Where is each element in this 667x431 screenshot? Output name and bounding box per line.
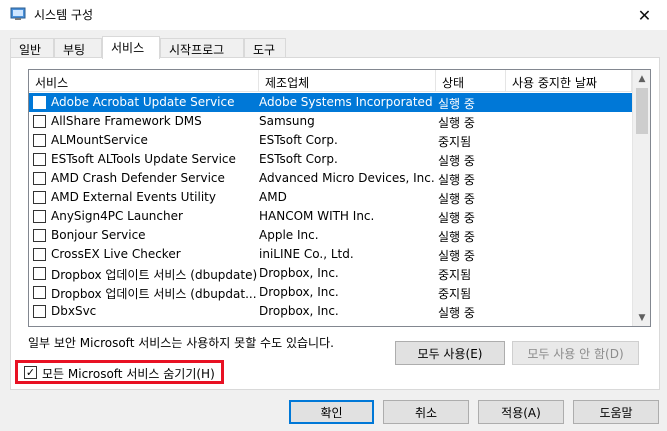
table-row[interactable]: AllShare Framework DMS Samsung 실행 중: [29, 112, 632, 131]
system-config-icon: [10, 7, 26, 20]
service-status: 실행 중: [438, 154, 475, 168]
table-row[interactable]: DbxSvc Dropbox, Inc. 실행 중: [29, 302, 632, 321]
table-row[interactable]: ALMountService ESTsoft Corp. 중지됨: [29, 131, 632, 150]
security-note: 일부 보안 Microsoft 서비스는 사용하지 못할 수도 있습니다.: [28, 336, 334, 350]
table-row[interactable]: Dropbox 업데이트 서비스 (dbupdat... Dropbox, Inc…: [29, 283, 632, 302]
service-manufacturer: Dropbox, Inc.: [259, 285, 339, 299]
service-status: 중지됨: [438, 135, 472, 149]
service-manufacturer: HANCOM WITH Inc.: [259, 209, 375, 223]
column-header-disabled-date[interactable]: 사용 중지한 날짜: [506, 70, 632, 92]
service-name: AMD External Events Utility: [51, 190, 216, 204]
service-status: 중지됨: [438, 268, 472, 282]
service-name: Dropbox 업데이트 서비스 (dbupdate): [51, 268, 258, 282]
service-checkbox[interactable]: [33, 115, 46, 128]
column-header-service[interactable]: 서비스: [29, 70, 259, 92]
service-status: 실행 중: [438, 211, 475, 225]
service-manufacturer: iniLINE Co., Ltd.: [259, 247, 354, 261]
service-name: Dropbox 업데이트 서비스 (dbupdat...: [51, 287, 257, 301]
service-manufacturer: Dropbox, Inc.: [259, 266, 339, 280]
services-list[interactable]: 서비스 제조업체 상태 사용 중지한 날짜 Adobe Acrobat Upda…: [28, 69, 651, 327]
scroll-down-icon[interactable]: ▼: [633, 309, 650, 326]
list-rows: Adobe Acrobat Update Service Adobe System…: [29, 93, 632, 321]
title-bar: 시스템 구성 ✕: [0, 0, 667, 30]
service-name: ESTsoft ALTools Update Service: [51, 152, 236, 166]
column-header-manufacturer[interactable]: 제조업체: [259, 70, 436, 92]
tab-services[interactable]: 서비스: [102, 36, 160, 59]
tab-bar: 일반 부팅 서비스 시작프로그램 도구: [10, 36, 660, 74]
tab-general[interactable]: 일반: [10, 38, 54, 58]
table-row[interactable]: Adobe Acrobat Update Service Adobe System…: [29, 93, 632, 112]
service-manufacturer: Samsung: [259, 114, 315, 128]
close-icon: ✕: [637, 5, 652, 25]
service-checkbox[interactable]: [33, 96, 46, 109]
service-name: DbxSvc: [51, 304, 97, 318]
service-manufacturer: ESTsoft Corp.: [259, 152, 338, 166]
tab-boot[interactable]: 부팅: [54, 38, 102, 58]
table-row[interactable]: CrossEX Live Checker iniLINE Co., Ltd. 실행 …: [29, 245, 632, 264]
ok-button[interactable]: 확인: [289, 400, 374, 424]
service-status: 중지됨: [438, 287, 472, 301]
service-manufacturer: Adobe Systems Incorporated: [259, 95, 433, 109]
service-checkbox[interactable]: [33, 153, 46, 166]
service-checkbox[interactable]: [33, 191, 46, 204]
cancel-button[interactable]: 취소: [383, 400, 469, 424]
table-row[interactable]: ESTsoft ALTools Update Service ESTsoft Co…: [29, 150, 632, 169]
service-name: Bonjour Service: [51, 228, 146, 242]
enable-all-button[interactable]: 모두 사용(E): [395, 341, 505, 365]
service-name: Adobe Acrobat Update Service: [51, 95, 235, 109]
service-status: 실행 중: [438, 173, 475, 187]
service-name: ALMountService: [51, 133, 148, 147]
vertical-scrollbar[interactable]: ▲ ▼: [632, 70, 650, 326]
hide-ms-highlight: ✓ 모든 Microsoft 서비스 숨기기(H): [15, 360, 224, 384]
service-checkbox[interactable]: [33, 305, 46, 318]
service-manufacturer: AMD: [259, 190, 287, 204]
service-name: AMD Crash Defender Service: [51, 171, 225, 185]
service-name: AllShare Framework DMS: [51, 114, 202, 128]
service-status: 실행 중: [438, 97, 475, 111]
service-checkbox[interactable]: [33, 229, 46, 242]
service-status: 실행 중: [438, 230, 475, 244]
list-header: 서비스 제조업체 상태 사용 중지한 날짜: [29, 70, 632, 92]
table-row[interactable]: AMD Crash Defender Service Advanced Micro…: [29, 169, 632, 188]
tab-startup[interactable]: 시작프로그램: [160, 38, 244, 74]
service-manufacturer: Apple Inc.: [259, 228, 319, 242]
service-checkbox[interactable]: [33, 267, 46, 280]
service-name: AnySign4PC Launcher: [51, 209, 183, 223]
help-button[interactable]: 도움말: [573, 400, 659, 424]
apply-button[interactable]: 적용(A): [478, 400, 564, 424]
service-checkbox[interactable]: [33, 134, 46, 147]
table-row[interactable]: AMD External Events Utility AMD 실행 중: [29, 188, 632, 207]
services-panel: 서비스 제조업체 상태 사용 중지한 날짜 Adobe Acrobat Upda…: [10, 57, 660, 390]
service-status: 실행 중: [438, 249, 475, 263]
service-name: CrossEX Live Checker: [51, 247, 181, 261]
service-checkbox[interactable]: [33, 172, 46, 185]
scroll-thumb[interactable]: [636, 88, 648, 134]
service-manufacturer: Dropbox, Inc.: [259, 304, 339, 318]
column-header-status[interactable]: 상태: [436, 70, 506, 92]
tab-tools[interactable]: 도구: [244, 38, 286, 58]
service-status: 실행 중: [438, 192, 475, 206]
table-row[interactable]: AnySign4PC Launcher HANCOM WITH Inc. 실행 중: [29, 207, 632, 226]
table-row[interactable]: Bonjour Service Apple Inc. 실행 중: [29, 226, 632, 245]
service-status: 실행 중: [438, 116, 475, 130]
window-title: 시스템 구성: [34, 8, 94, 22]
table-row[interactable]: Dropbox 업데이트 서비스 (dbupdate) Dropbox, Inc.…: [29, 264, 632, 283]
scroll-up-icon[interactable]: ▲: [633, 70, 650, 87]
service-checkbox[interactable]: [33, 210, 46, 223]
service-checkbox[interactable]: [33, 286, 46, 299]
hide-ms-checkbox[interactable]: ✓: [24, 366, 37, 379]
close-button[interactable]: ✕: [622, 0, 667, 30]
service-manufacturer: Advanced Micro Devices, Inc.: [259, 171, 435, 185]
service-status: 실행 중: [438, 306, 475, 320]
service-checkbox[interactable]: [33, 248, 46, 261]
hide-ms-label[interactable]: 모든 Microsoft 서비스 숨기기(H): [42, 365, 215, 382]
service-manufacturer: ESTsoft Corp.: [259, 133, 338, 147]
disable-all-button[interactable]: 모두 사용 안 함(D): [512, 341, 639, 365]
